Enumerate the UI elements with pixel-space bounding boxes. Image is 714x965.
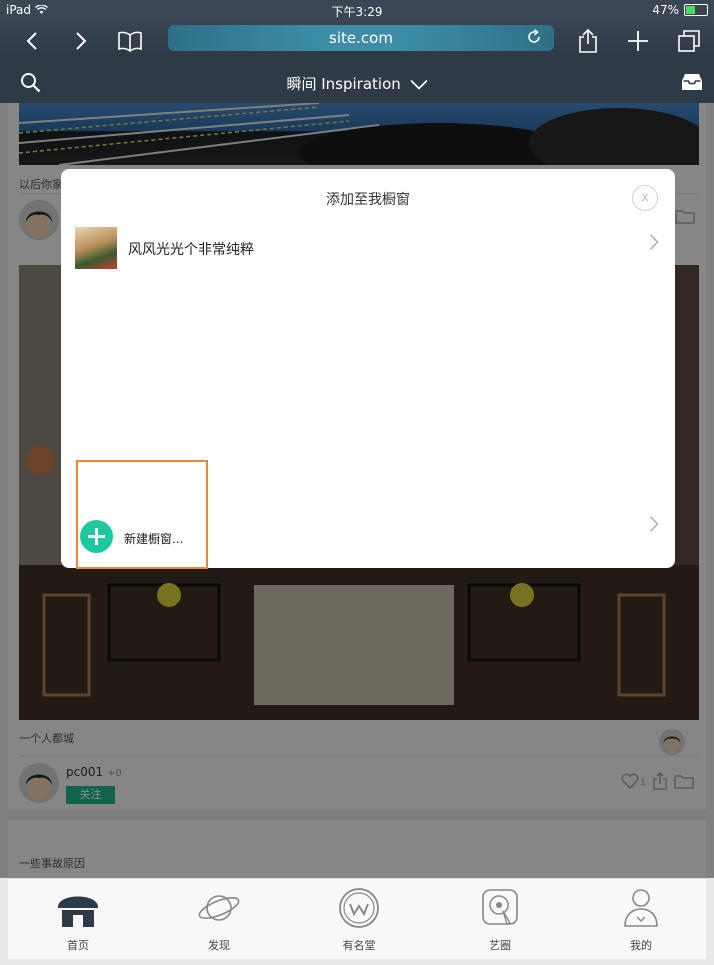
home-icon	[55, 896, 101, 933]
tab-art-circle[interactable]: 艺圈	[450, 887, 550, 953]
tab-label: 首页	[67, 939, 89, 952]
tabs-icon[interactable]	[674, 26, 704, 56]
tab-label: 艺圈	[489, 939, 511, 952]
highlight-box	[76, 460, 208, 569]
url-text[interactable]: site.com	[168, 29, 554, 47]
tab-label: 有名堂	[342, 939, 376, 952]
status-time: 下午3:29	[331, 5, 383, 19]
address-bar[interactable]: site.com	[168, 25, 554, 51]
inbox-icon[interactable]	[681, 73, 703, 95]
tab-home[interactable]: 首页	[28, 887, 128, 953]
reload-icon[interactable]	[526, 29, 544, 47]
header-title: 瞬间 Inspiration	[286, 75, 401, 93]
back-icon[interactable]	[17, 26, 47, 56]
tab-hall-of-fame[interactable]: 有名堂	[309, 887, 409, 953]
new-tab-icon[interactable]	[623, 26, 653, 56]
tab-label: 发现	[208, 939, 230, 952]
chevron-right-icon	[649, 233, 659, 255]
app-header: 瞬间 Inspiration	[0, 62, 714, 103]
showcase-thumbnail	[75, 227, 117, 269]
chevron-down-icon	[409, 76, 428, 94]
dialog-title: 添加至我橱窗	[326, 192, 410, 208]
tab-label: 我的	[630, 939, 652, 952]
battery-status: 47%	[652, 3, 708, 17]
tab-me[interactable]: 我的	[591, 887, 691, 953]
tab-discover[interactable]: 发现	[169, 887, 269, 953]
planet-icon	[196, 895, 242, 933]
showcase-item[interactable]: 风风光光个非常纯粹	[75, 227, 665, 269]
category-selector[interactable]: 瞬间 Inspiration	[0, 73, 714, 94]
battery-text: 47%	[652, 3, 679, 17]
close-button[interactable]: x	[632, 185, 658, 211]
showcase-name: 风风光光个非常纯粹	[128, 242, 254, 258]
bookmarks-icon[interactable]	[115, 26, 145, 56]
share-icon[interactable]	[573, 26, 603, 56]
w-logo-icon	[336, 888, 382, 933]
chevron-right-icon	[649, 515, 659, 537]
tab-bar: 首页 发现 有名堂 艺圈 我的	[8, 878, 706, 959]
forward-icon[interactable]	[66, 26, 96, 56]
battery-icon	[684, 4, 708, 16]
status-bar: iPad 下午3:29 47%	[0, 0, 714, 20]
user-icon	[618, 889, 664, 933]
art-circle-icon	[477, 889, 523, 933]
